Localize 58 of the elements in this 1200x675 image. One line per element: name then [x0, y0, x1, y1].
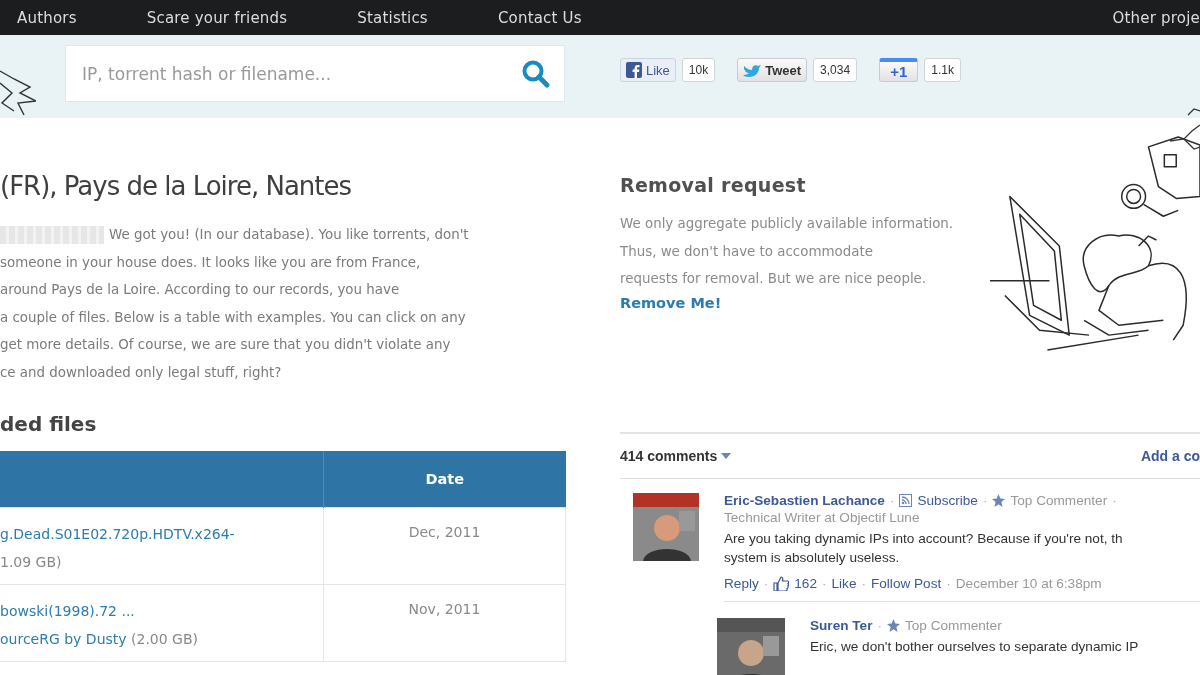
file-size: 1.09 GB) — [0, 554, 62, 570]
file-link[interactable]: g.Dead.S01E02.720p.HDTV.x264- — [0, 526, 235, 542]
share-count: 3,034 — [813, 58, 858, 82]
separator: · — [861, 576, 866, 591]
search-field[interactable]: IP, torrent hash or filename... — [65, 45, 565, 102]
like-button[interactable]: Like — [620, 58, 676, 82]
file-link[interactable]: bowski(1998).72 ... — [0, 603, 135, 619]
thumbs-up-icon — [773, 576, 790, 591]
rss-icon — [899, 494, 913, 507]
separator: · — [982, 493, 988, 508]
file-link[interactable]: ourceRG by Dusty — [0, 631, 127, 647]
separator: · — [889, 493, 895, 508]
comment-text: Eric, we don't bother ourselves to separate dynamic IP — [810, 638, 1139, 656]
file-size: (2.00 GB) — [131, 631, 199, 647]
section-heading: ded files — [0, 412, 98, 436]
star-icon — [887, 619, 900, 632]
intro-paragraph: someone in your house does. It looks like you are from France, around Pays de la Loire. According to our records, you have a couple of files. Below is a table with examples. You can click on any get more details. Of course, we are sure that you didn't violate any ce and downloaded only legal stuff, right? — [0, 253, 467, 382]
separator: · — [1112, 493, 1117, 508]
nav-link[interactable]: Scare your friends — [146, 8, 288, 27]
tweet-button[interactable]: Tweet — [737, 58, 808, 82]
intro-text: We got you! (In our database). You like torrents, don't — [109, 226, 469, 244]
location-title: (FR), Pays de la Loire, Nantes — [0, 171, 353, 201]
star-icon — [992, 494, 1006, 507]
separator: · — [946, 576, 951, 591]
add-comment-link[interactable]: Add a co — [1140, 448, 1200, 464]
nav-link[interactable]: Statistics — [357, 8, 428, 27]
comment-text: Are you taking dynamic IPs into account? Because if you're not, th system is absolutely useless. — [724, 530, 1124, 567]
share-count: 1.1k — [924, 58, 961, 82]
facebook-icon — [626, 62, 642, 78]
separator: · — [877, 618, 882, 633]
like-link[interactable]: Like — [831, 576, 857, 591]
section-title: Removal request — [620, 174, 807, 196]
commenter-label: Top Commenter — [905, 618, 1002, 633]
caret-icon — [721, 453, 732, 459]
plus-one-button[interactable]: +1 — [879, 58, 919, 82]
comment-count[interactable]: 414 comments — [620, 448, 732, 464]
comment-time: December 10 at 6:38pm — [955, 576, 1102, 591]
subscribe-link[interactable]: Subscribe — [917, 493, 978, 508]
search-icon — [521, 59, 551, 89]
follow-link[interactable]: Follow Post — [871, 576, 942, 591]
commenter-label: Top Commenter — [1010, 493, 1108, 508]
separator: · — [822, 576, 827, 591]
nav-link[interactable]: Authors — [17, 8, 77, 27]
bird-icon — [743, 63, 762, 77]
reply-link[interactable]: Reply — [724, 576, 759, 591]
date-cell: Dec, 2011 — [323, 507, 566, 585]
column-header: Date — [323, 451, 566, 508]
remove-link[interactable]: Remove Me! — [620, 294, 722, 311]
separator: · — [763, 576, 769, 591]
nav-link[interactable]: Contact Us — [497, 8, 582, 27]
share-count: 10k — [681, 58, 716, 82]
author-link[interactable]: Eric-Sebastien Lachance — [724, 493, 885, 508]
commenter-job: Technical Writer at Objectif Lune — [724, 510, 921, 525]
author-link[interactable]: Suren Ter — [810, 618, 873, 633]
like-count: 162 — [794, 576, 817, 591]
nav-link[interactable]: Other proje — [1112, 8, 1200, 27]
removal-text: We only aggregate publicly available information. Thus, we don't have to accommodate requests for removal. But we are nice people. — [620, 215, 955, 288]
date-cell: Nov, 2011 — [323, 584, 566, 662]
